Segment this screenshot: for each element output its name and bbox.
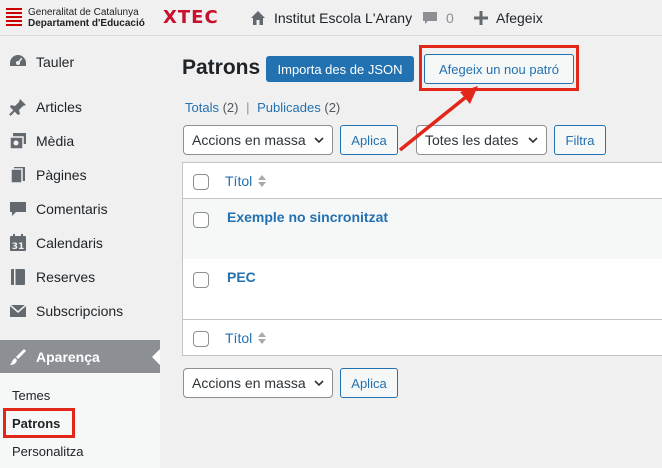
active-menu-arrow [152,349,160,365]
sidebar-item-media[interactable]: Mèdia [0,124,160,158]
gencat-line1: Generalitat de Catalunya [28,7,139,18]
apply-button-bottom[interactable]: Aplica [340,368,398,398]
sidebar-label: Reserves [36,269,96,285]
title-column-label: Títol [225,173,253,189]
sidebar-item-comments[interactable]: Comentaris [0,192,160,226]
xtec-logo[interactable]: XTEC [163,7,219,28]
bulk-actions-select-bottom[interactable]: Accions en massa [183,368,333,398]
pattern-title-link[interactable]: Exemple no sincronitzat [227,209,388,225]
gencat-line2: Departament d'Educació [28,18,145,29]
sidebar-label: Pàgines [36,167,87,183]
appearance-submenu: Temes Patrons Personalitza [0,373,160,468]
select-all-checkbox-footer[interactable] [193,331,209,347]
gencat-logo[interactable]: Generalitat de Catalunya Departament d'E… [6,6,156,30]
row-checkbox[interactable] [193,212,209,228]
comments-count: 0 [446,10,454,26]
date-filter-select[interactable]: Totes les dates [416,125,547,155]
calendar-icon: 31 [10,234,26,252]
sidebar-label: Mèdia [36,133,75,149]
plus-icon [474,11,488,25]
admin-sidebar: Tauler Articles Mèdia Pàgines Comentaris… [0,36,160,468]
patterns-highlight-box [3,408,75,438]
sidebar-label: Aparença [36,349,100,365]
table-footer-row: Títol [183,319,662,355]
book-icon [11,269,25,285]
patterns-table: Títol Exemple no sincronitzat PEC Títol [182,162,662,356]
main-content: Patrons Importa des de JSON Afegeix un n… [160,36,662,468]
import-json-button[interactable]: Importa des de JSON [266,56,414,82]
calendar-day: 31 [12,242,25,252]
sidebar-item-tauler[interactable]: Tauler [0,45,160,79]
select-all-checkbox[interactable] [193,174,209,190]
title-column-header[interactable]: Títol [225,173,267,189]
filter-button[interactable]: Filtra [554,125,606,155]
chevron-down-icon [314,380,324,387]
submenu-item-themes[interactable]: Temes [12,388,50,403]
chevron-down-icon [528,137,538,144]
table-header-row: Títol [183,163,662,199]
sidebar-item-appearance[interactable]: Aparença [0,340,160,374]
view-all-count: (2) [222,100,239,115]
title-column-footer[interactable]: Títol [225,330,267,346]
sidebar-item-pages[interactable]: Pàgines [0,158,160,192]
pattern-title-link[interactable]: PEC [227,269,256,285]
brush-icon [10,349,26,365]
sort-icon [258,175,267,187]
dashboard-icon [10,55,26,66]
comment-bubble-icon [423,12,437,24]
sidebar-item-calendars[interactable]: 31 Calendaris [0,226,160,260]
sidebar-item-subscriptions[interactable]: Subscripcions [0,294,160,328]
sidebar-label: Tauler [36,54,75,70]
admin-top-bar: Generalitat de Catalunya Departament d'E… [0,0,662,36]
sort-icon [258,332,267,344]
comments-link[interactable]: 0 [422,8,454,28]
table-row: PEC [183,259,662,319]
gencat-flag-icon [6,8,22,26]
sidebar-label: Subscripcions [36,303,124,319]
media-icon [9,133,26,150]
pages-icon [10,167,25,184]
view-filters: Totals (2) | Publicades (2) [185,100,340,115]
chevron-down-icon [314,137,324,144]
title-column-label: Títol [225,330,253,346]
site-name: Institut Escola L'Arany [274,10,413,26]
site-name-link[interactable]: Institut Escola L'Arany [250,8,412,28]
view-published-count: (2) [324,100,341,115]
submenu-item-customize[interactable]: Personalitza [12,444,84,459]
add-new-menu[interactable]: Afegeix [474,8,543,28]
pin-icon [9,99,26,116]
add-new-label: Afegeix [496,10,543,26]
view-all-link[interactable]: Totals [185,100,219,115]
sidebar-label: Articles [36,99,82,115]
row-checkbox[interactable] [193,272,209,288]
bulk-actions-value: Accions en massa [192,132,306,148]
view-published-link[interactable]: Publicades [257,100,321,115]
mail-icon [9,304,27,317]
apply-button-top[interactable]: Aplica [340,125,398,155]
bulk-actions-select-top[interactable]: Accions en massa [183,125,333,155]
view-separator: | [246,100,250,115]
comment-icon [10,202,26,216]
table-row: Exemple no sincronitzat [183,199,662,259]
date-filter-value: Totes les dates [425,132,519,148]
sidebar-item-articles[interactable]: Articles [0,90,160,124]
page-title: Patrons [182,56,261,79]
sidebar-item-reserves[interactable]: Reserves [0,260,160,294]
sidebar-label: Calendaris [36,235,103,251]
add-button-highlight-box [419,45,579,91]
bulk-actions-value: Accions en massa [192,375,306,391]
sidebar-label: Comentaris [36,201,108,217]
home-icon [251,11,265,25]
